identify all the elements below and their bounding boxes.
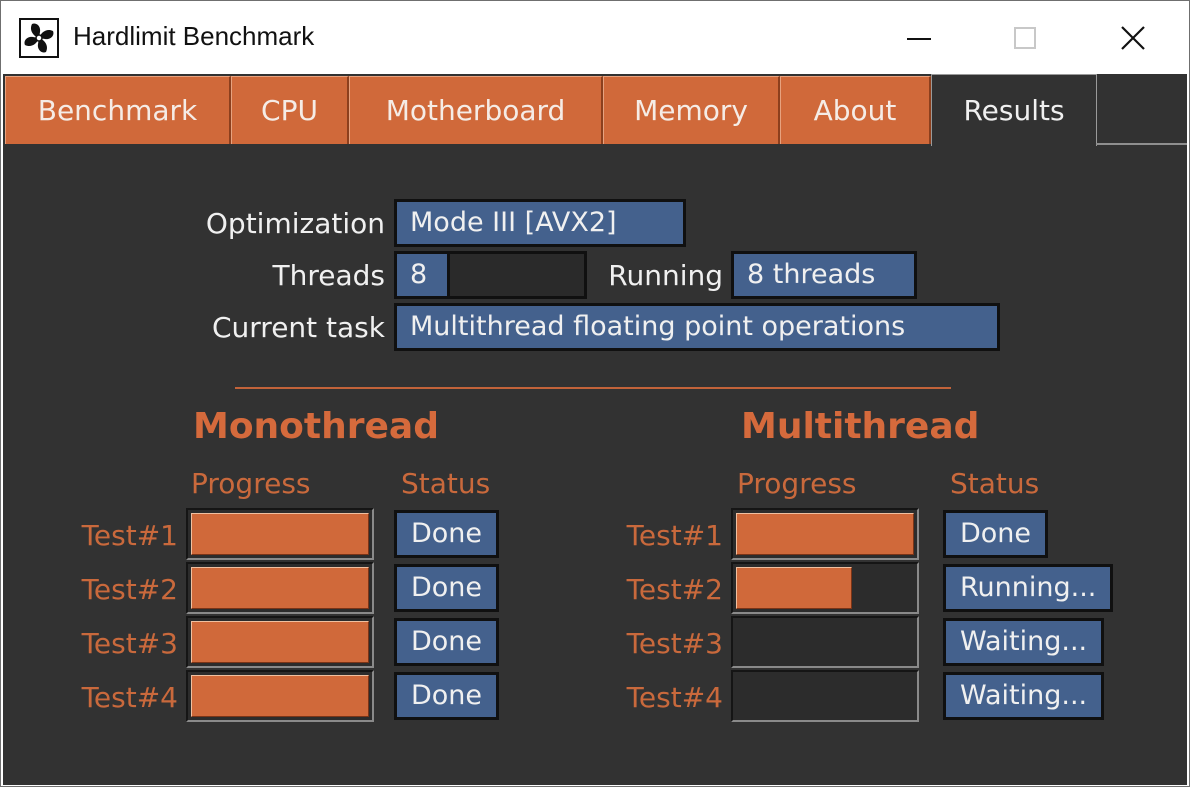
current-task-label: Current task (211, 311, 385, 344)
multi-test-label: Test#3 (626, 627, 723, 660)
tab-about[interactable]: About (780, 76, 931, 144)
progress-fill (736, 567, 852, 609)
multi-progress-bar (731, 562, 919, 614)
running-label: Running (608, 259, 723, 292)
mono-progress-header: Progress (191, 467, 311, 500)
minimize-icon (907, 37, 931, 40)
tab-benchmark[interactable]: Benchmark (5, 76, 231, 144)
close-button[interactable] (1087, 1, 1179, 74)
maximize-button[interactable] (979, 1, 1071, 74)
progress-fill (191, 513, 369, 555)
multi-status-header: Status (950, 467, 1040, 500)
progress-fill (191, 675, 369, 717)
multi-test-label: Test#2 (626, 573, 723, 606)
fan-icon (19, 18, 59, 58)
mono-test-label: Test#3 (81, 627, 178, 660)
tab-memory[interactable]: Memory (603, 76, 780, 144)
mono-test-label: Test#4 (81, 681, 178, 714)
multi-test-label: Test#1 (626, 519, 723, 552)
mono-status-header: Status (401, 467, 491, 500)
multi-progress-bar (731, 616, 919, 668)
section-divider (235, 387, 951, 389)
current-task-value: Multithread floating point operations (394, 303, 1000, 351)
mono-progress-bar (186, 508, 374, 560)
multi-status-badge: Waiting... (943, 618, 1105, 666)
client-area: Benchmark CPU Motherboard Memory About R… (3, 74, 1187, 785)
multi-progress-bar (731, 508, 919, 560)
mono-status-badge: Done (394, 618, 500, 666)
mono-progress-bar (186, 562, 374, 614)
running-value: 8 threads (731, 251, 917, 299)
mono-status-badge: Done (394, 564, 500, 612)
tab-motherboard[interactable]: Motherboard (349, 76, 603, 144)
title-bar[interactable]: Hardlimit Benchmark (1, 1, 1189, 74)
multi-test-label: Test#4 (626, 681, 723, 714)
monothread-title: Monothread (193, 406, 439, 447)
mono-test-label: Test#1 (81, 519, 178, 552)
optimization-label: Optimization (205, 207, 385, 240)
progress-fill (191, 621, 369, 663)
tab-cpu[interactable]: CPU (231, 76, 349, 144)
tab-bar: Benchmark CPU Motherboard Memory About R… (3, 74, 1187, 146)
tab-baseline (1096, 143, 1187, 145)
multi-progress-header: Progress (737, 467, 857, 500)
multithread-title: Multithread (741, 406, 980, 447)
mono-progress-bar (186, 670, 374, 722)
multi-progress-bar (731, 670, 919, 722)
multi-status-badge: Running... (943, 564, 1114, 612)
close-icon (1121, 25, 1145, 50)
app-window: Hardlimit Benchmark Benchmark CPU Mother… (0, 0, 1190, 787)
progress-fill (191, 567, 369, 609)
mono-status-badge: Done (394, 672, 500, 720)
tab-results[interactable]: Results (931, 74, 1097, 146)
optimization-value: Mode III [AVX2] (394, 199, 686, 247)
progress-fill (736, 513, 914, 555)
window-title: Hardlimit Benchmark (73, 21, 315, 51)
mono-progress-bar (186, 616, 374, 668)
mono-test-label: Test#2 (81, 573, 178, 606)
threads-value: 8 (394, 251, 450, 299)
threads-label: Threads (272, 259, 386, 292)
maximize-icon (1014, 26, 1036, 49)
multi-status-badge: Waiting... (943, 672, 1105, 720)
minimize-button[interactable] (873, 1, 965, 74)
mono-status-badge: Done (394, 510, 500, 558)
multi-status-badge: Done (943, 510, 1049, 558)
